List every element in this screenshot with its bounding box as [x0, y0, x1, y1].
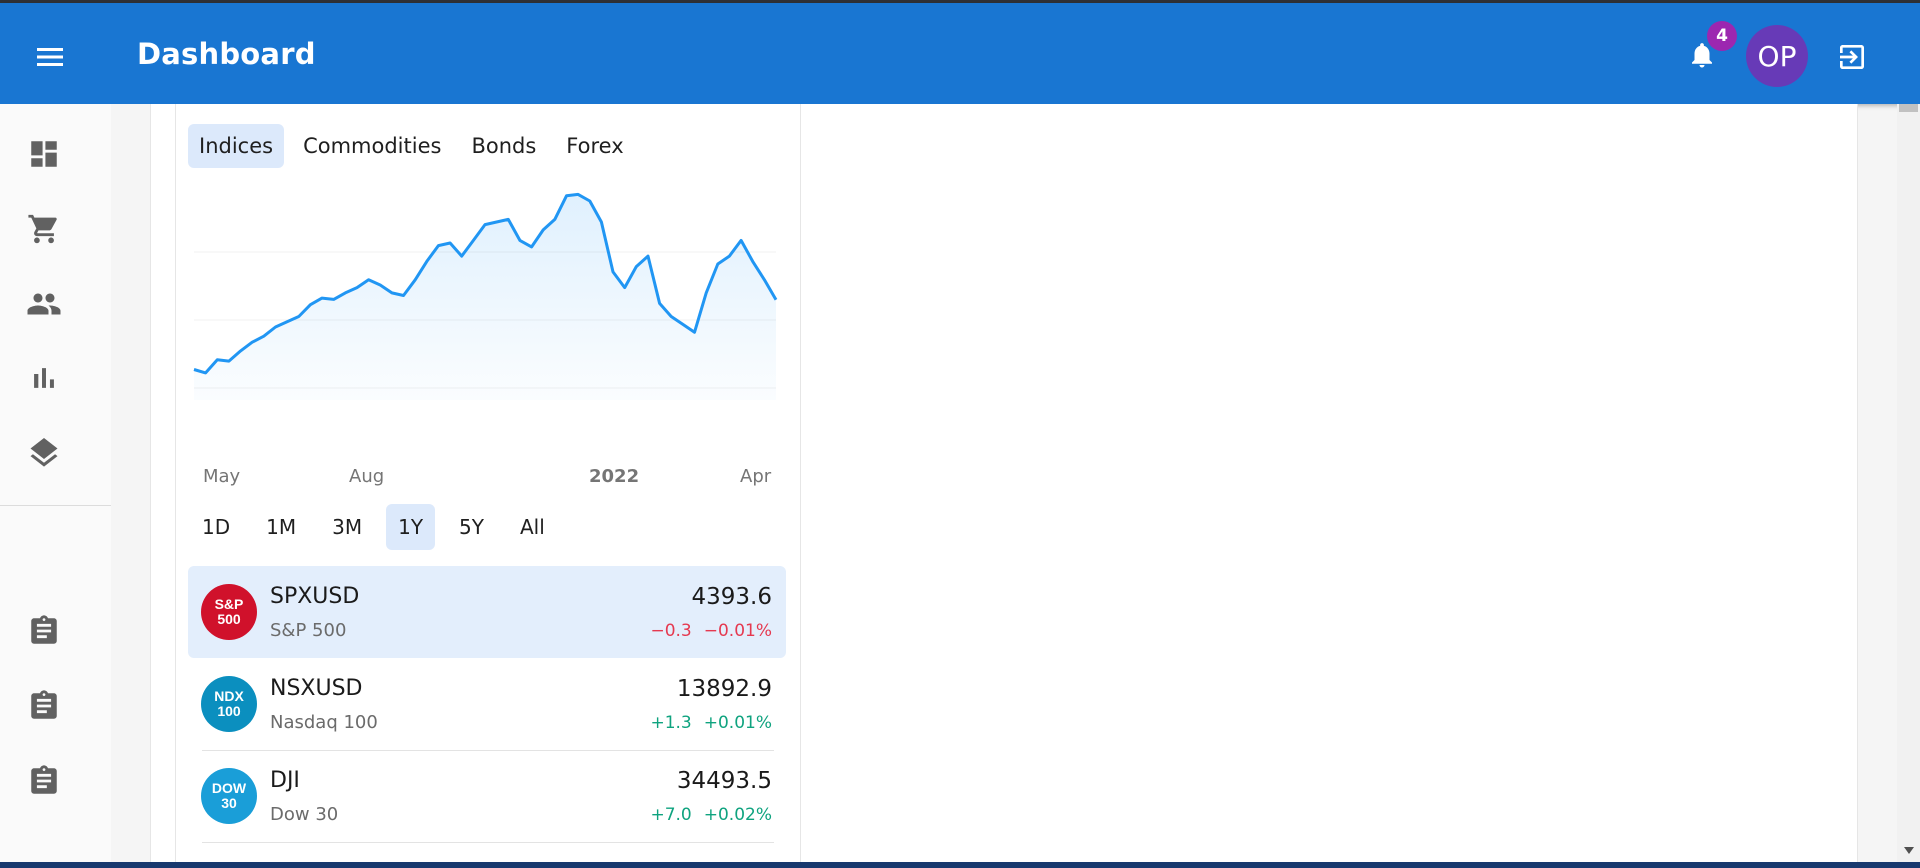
instrument-change: +1.3 +0.01%: [650, 713, 772, 733]
sidebar-item-dashboard[interactable]: [16, 126, 72, 182]
range-3m[interactable]: 3M: [320, 504, 374, 550]
x-tick-label: Apr: [740, 466, 772, 487]
instrument-symbol: SPXUSD: [270, 584, 360, 609]
avatar[interactable]: OP: [1746, 25, 1808, 87]
menu-icon: [37, 48, 63, 66]
price-chart-svg: May Aug 2022 Apr: [193, 192, 778, 487]
window-bottom-border: [0, 862, 1920, 868]
price-chart: May Aug 2022 Apr: [188, 170, 788, 490]
logout-icon: [1840, 45, 1864, 69]
app-bar: Dashboard 4 OP: [0, 3, 1920, 104]
assignment-icon: [31, 690, 57, 719]
range-5y[interactable]: 5Y: [447, 504, 496, 550]
range-1m[interactable]: 1M: [254, 504, 308, 550]
x-tick-label: Aug: [349, 466, 384, 487]
range-selector: 1D 1M 3M 1Y 5Y All: [190, 504, 557, 550]
x-tick-label: May: [203, 466, 241, 487]
instrument-symbol: NSXUSD: [270, 676, 363, 701]
instrument-row-spx[interactable]: S&P 500 SPXUSD S&P 500 4393.6 −0.3 −0.01%: [188, 566, 786, 658]
bar-chart-icon: [34, 368, 54, 388]
page-title: Dashboard: [137, 37, 316, 71]
dow-logo: DOW 30: [201, 768, 257, 824]
instrument-name: S&P 500: [270, 620, 347, 641]
page-scrollbar[interactable]: [1897, 104, 1920, 862]
range-1d[interactable]: 1D: [190, 504, 242, 550]
instrument-row-dji[interactable]: DOW 30 DJI Dow 30 34493.5 +7.0 +0.02%: [188, 750, 786, 843]
layers-icon: [30, 438, 58, 467]
sidebar-item-orders[interactable]: [16, 201, 72, 257]
instrument-row-nsx[interactable]: NDX 100 NSXUSD Nasdaq 100 13892.9 +1.3 +0…: [188, 658, 786, 751]
change-value: +7.0: [650, 805, 692, 825]
x-tick-label: 2022: [589, 466, 639, 487]
tab-bonds[interactable]: Bonds: [460, 124, 547, 168]
row-divider: [202, 842, 774, 843]
sidebar-item-report-3[interactable]: [16, 753, 72, 809]
instrument-symbol: DJI: [270, 768, 300, 793]
assignment-icon: [31, 765, 57, 794]
instrument-change: +7.0 +0.02%: [650, 805, 772, 825]
scroll-down-arrow[interactable]: [1897, 840, 1920, 860]
instrument-change: −0.3 −0.01%: [650, 621, 772, 641]
change-percent: −0.01%: [703, 621, 772, 641]
sidebar: [0, 104, 112, 862]
sidebar-item-report-1[interactable]: [16, 603, 72, 659]
instrument-name: Dow 30: [270, 804, 339, 825]
logout-button[interactable]: [1830, 35, 1874, 79]
sidebar-divider: [0, 505, 111, 506]
tab-commodities[interactable]: Commodities: [292, 124, 452, 168]
change-percent: +0.02%: [703, 805, 772, 825]
arrow-down-icon: [1903, 846, 1914, 854]
scrollbar-thumb[interactable]: [1899, 104, 1918, 112]
tab-indices[interactable]: Indices: [188, 124, 285, 168]
people-icon: [27, 293, 61, 315]
sidebar-item-report-2[interactable]: [16, 678, 72, 734]
shopping-cart-icon: [28, 214, 57, 244]
tab-forex[interactable]: Forex: [555, 124, 634, 168]
sidebar-item-integrations[interactable]: [16, 425, 72, 481]
instrument-price: 13892.9: [676, 676, 772, 702]
sidebar-item-customers[interactable]: [16, 276, 72, 332]
change-percent: +0.01%: [703, 713, 772, 733]
market-tabs: Indices Commodities Bonds Forex: [188, 124, 635, 168]
notification-badge: 4: [1707, 21, 1737, 51]
instrument-name: Nasdaq 100: [270, 712, 378, 733]
sidebar-item-reports[interactable]: [16, 350, 72, 406]
ndx-logo: NDX 100: [201, 676, 257, 732]
dashboard-icon: [31, 141, 57, 167]
range-all[interactable]: All: [508, 504, 557, 550]
instrument-price: 34493.5: [676, 768, 772, 794]
assignment-icon: [31, 615, 57, 644]
range-1y[interactable]: 1Y: [386, 504, 436, 550]
spx-logo: S&P 500: [201, 584, 257, 640]
change-value: −0.3: [650, 621, 692, 641]
change-value: +1.3: [650, 713, 692, 733]
instrument-price: 4393.6: [691, 584, 772, 610]
instrument-list: S&P 500 SPXUSD S&P 500 4393.6 −0.3 −0.01%…: [188, 566, 786, 843]
menu-button[interactable]: [28, 35, 72, 79]
